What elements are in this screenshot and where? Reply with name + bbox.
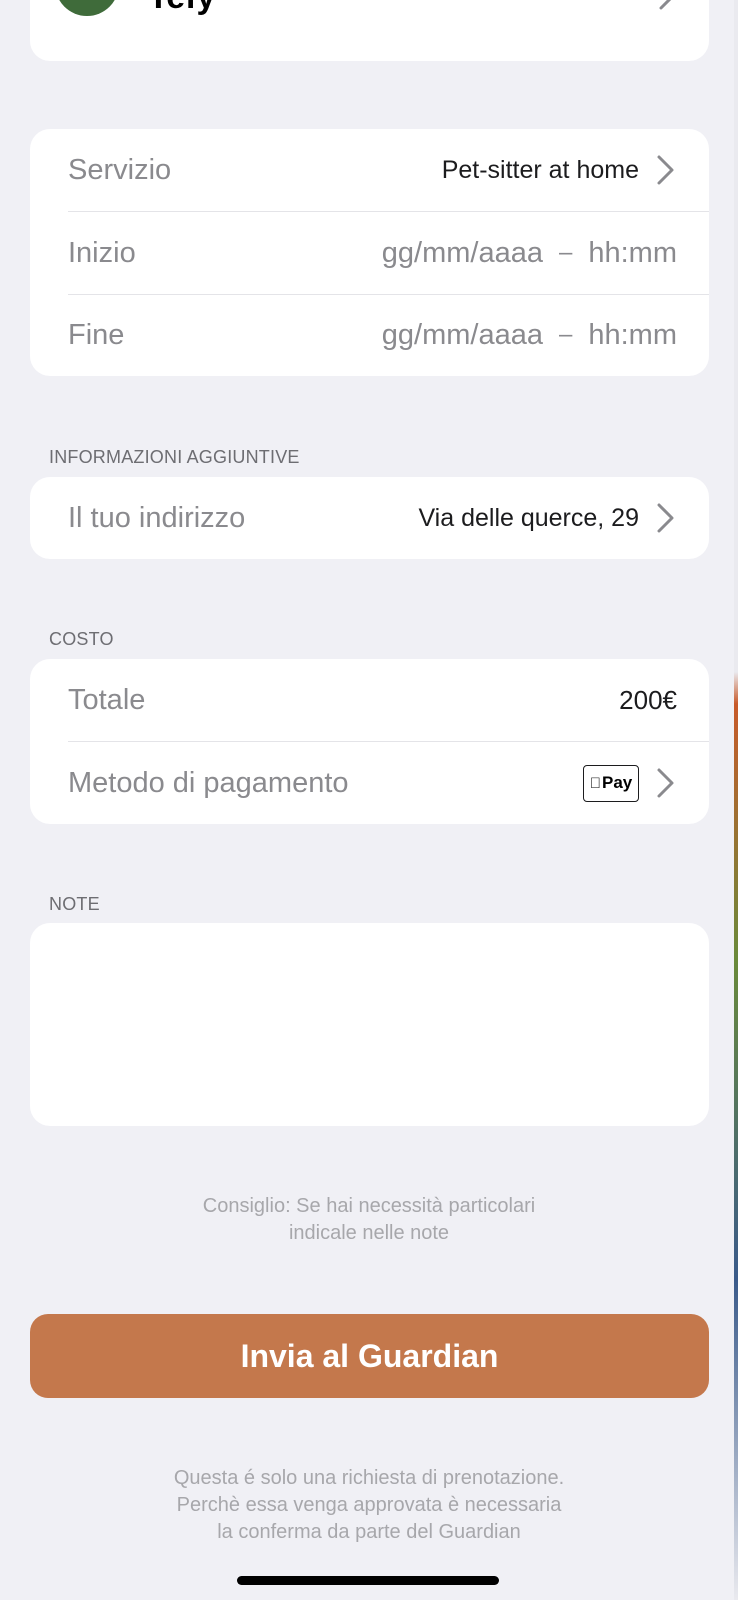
background-edge — [734, 0, 738, 1600]
tip-text: Consiglio: Se hai necessità particolari … — [0, 1193, 738, 1247]
start-label: Inizio — [68, 236, 136, 269]
end-label: Fine — [68, 318, 125, 351]
total-row: Totale 200€ — [30, 659, 709, 741]
total-value: 200€ — [619, 684, 677, 715]
start-row: Inizio gg/mm/aaaa – hh:mm — [30, 212, 709, 294]
submit-button[interactable]: Invia al Guardian — [30, 1314, 709, 1398]
start-time-field[interactable]: hh:mm — [588, 237, 677, 270]
payment-method-text: Pay — [596, 773, 632, 792]
notes-card — [30, 923, 709, 1126]
end-row: Fine gg/mm/aaaa – hh:mm — [30, 294, 709, 376]
tip-line: Consiglio: Se hai necessità particolari — [202, 1195, 536, 1217]
chevron-right-icon — [655, 766, 677, 800]
cost-card: Totale 200€ Metodo di pagamento  Pay — [30, 659, 709, 824]
payment-method-row[interactable]: Metodo di pagamento  Pay — [30, 742, 709, 824]
additional-info-header: INFORMAZIONI AGGIUNTIVE — [49, 447, 300, 467]
service-value: Pet-sitter at home — [441, 155, 639, 184]
address-row[interactable]: Il tuo indirizzo Via delle querce, 29 — [30, 477, 709, 559]
separator: – — [559, 321, 573, 348]
chevron-right-icon — [655, 501, 677, 535]
start-date-field[interactable]: gg/mm/aaaa — [382, 237, 543, 270]
disclaimer-line: Perchè essa venga approvata è necessaria — [176, 1494, 562, 1516]
service-label: Servizio — [68, 153, 172, 186]
apple-pay-icon:  Pay — [583, 764, 639, 802]
payment-method-label: Metodo di pagamento — [68, 766, 349, 799]
profile-card[interactable]: Tefy — [30, 0, 709, 61]
booking-card: Servizio Pet-sitter at home Inizio gg/mm… — [30, 129, 709, 376]
disclaimer-text: Questa é solo una richiesta di prenotazi… — [0, 1465, 738, 1546]
disclaimer-line: la conferma da parte del Guardian — [217, 1521, 521, 1543]
address-label: Il tuo indirizzo — [68, 501, 246, 534]
address-value: Via delle querce, 29 — [418, 503, 639, 532]
disclaimer-line: Questa é solo una richiesta di prenotazi… — [173, 1467, 565, 1489]
chevron-right-icon — [657, 0, 679, 12]
home-indicator[interactable] — [237, 1576, 499, 1585]
cost-header: COSTO — [49, 629, 114, 649]
end-date-field[interactable]: gg/mm/aaaa — [382, 319, 543, 352]
notes-header: NOTE — [49, 894, 100, 914]
chevron-right-icon — [655, 153, 677, 187]
apple-logo-icon:  — [590, 775, 601, 792]
service-row[interactable]: Servizio Pet-sitter at home — [30, 129, 709, 211]
avatar — [55, 0, 119, 16]
address-card: Il tuo indirizzo Via delle querce, 29 — [30, 477, 709, 559]
notes-textarea[interactable] — [30, 923, 709, 1126]
total-label: Totale — [68, 683, 146, 716]
profile-name: Tefy — [148, 0, 215, 17]
end-time-field[interactable]: hh:mm — [588, 319, 677, 352]
separator: – — [559, 239, 573, 266]
tip-line: indicale nelle note — [288, 1222, 450, 1244]
